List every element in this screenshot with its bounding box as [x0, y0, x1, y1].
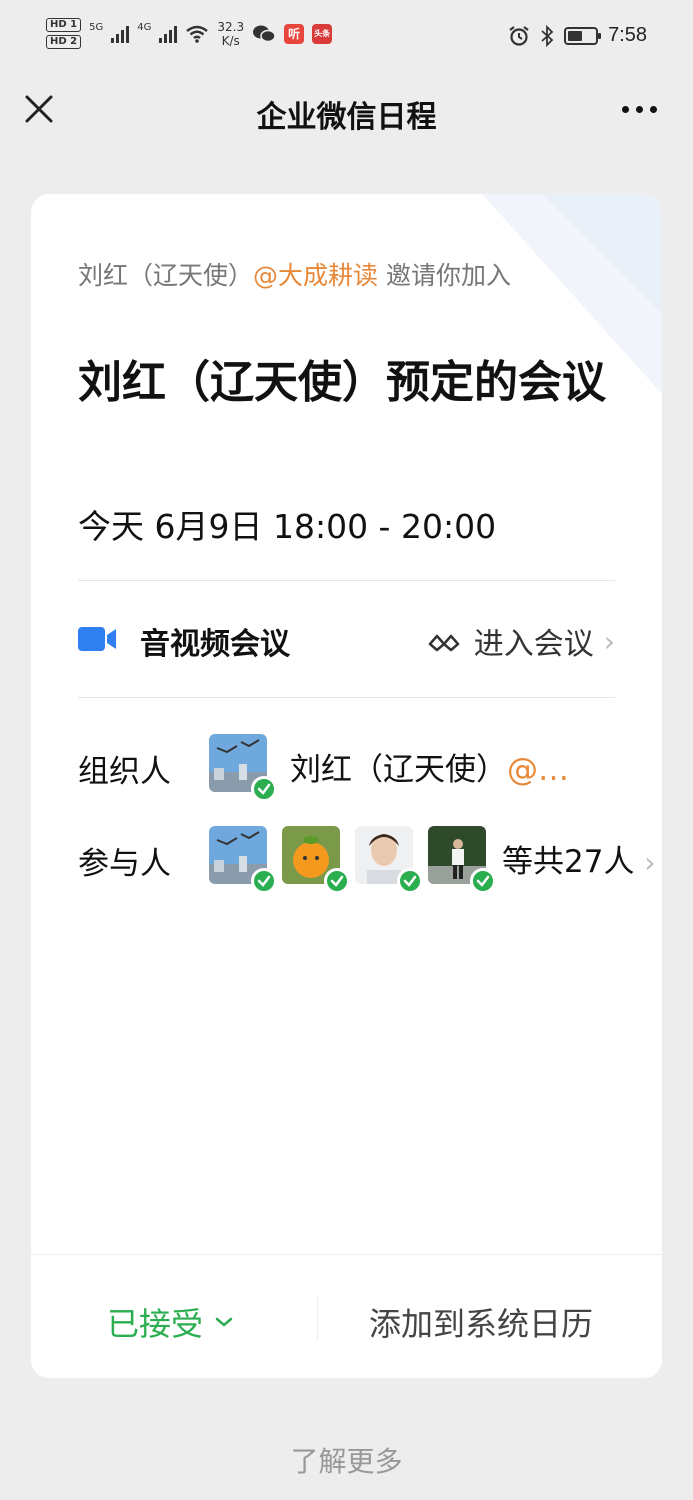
avatar [209, 734, 277, 802]
video-meeting-label: 音视频会议 [140, 627, 290, 662]
more-options-button[interactable] [622, 106, 657, 113]
organizer-row[interactable]: 组织人 刘红（辽天使）@… [78, 734, 662, 802]
add-to-calendar-button[interactable]: 添加到系统日历 [369, 1299, 593, 1345]
card-footer: 已接受 添加到系统日历 [31, 1254, 662, 1378]
avatar [428, 826, 496, 894]
more-dot [622, 106, 629, 113]
organizer-name: 刘红（辽天使）@… [290, 752, 569, 788]
learn-more-link[interactable]: 了解更多 [0, 1440, 693, 1480]
clock: 7:58 [608, 24, 647, 46]
alarm-icon [509, 25, 529, 46]
accepted-check-icon [324, 868, 350, 894]
divider [317, 1295, 318, 1341]
wechat-icon [253, 25, 276, 42]
accepted-check-icon [470, 868, 496, 894]
schedule-card: 刘红（辽天使）@大成耕读 邀请你加入 刘红（辽天使）预定的会议 今天 6月9日 … [31, 194, 662, 1378]
avatar [282, 826, 350, 894]
page-title: 企业微信日程 [256, 100, 437, 135]
chevron-down-icon [215, 1317, 233, 1327]
network-type: 4G [137, 22, 152, 33]
avatar [355, 826, 423, 894]
hd-indicator: HD 1 [46, 18, 82, 32]
status-bar: HD 1 HD 2 5G 4G 32.3 K/s 听 头条 7:58 [0, 0, 693, 78]
meeting-logo-icon [428, 634, 460, 652]
chevron-right-icon: › [644, 846, 656, 879]
avatar [209, 826, 277, 894]
more-dot [650, 106, 657, 113]
invite-text: 刘红（辽天使）@大成耕读 邀请你加入 [78, 261, 511, 290]
chevron-right-icon: › [603, 624, 615, 658]
participants-row[interactable]: 参与人 等共27人 › [78, 826, 662, 894]
divider [78, 580, 615, 581]
organizer-label: 组织人 [78, 754, 171, 790]
participants-label: 参与人 [78, 846, 171, 882]
more-dot [636, 106, 643, 113]
meeting-time: 今天 6月9日 18:00 - 20:00 [78, 507, 497, 546]
participants-total: 等共27人 › [502, 844, 656, 880]
video-camera-icon [78, 627, 116, 651]
network-speed: 32.3 K/s [217, 19, 245, 48]
bluetooth-icon [541, 24, 554, 47]
toutiao-app-icon: 头条 [312, 23, 333, 44]
hd-indicator: HD 2 [46, 35, 82, 49]
video-meeting-row[interactable]: 音视频会议 进入会议 › [78, 609, 615, 669]
divider [78, 697, 615, 698]
accepted-check-icon [397, 868, 423, 894]
signal-icon [159, 25, 178, 43]
accepted-status-button[interactable]: 已接受 [107, 1299, 233, 1345]
battery-icon [564, 26, 602, 45]
meeting-title: 刘红（辽天使）预定的会议 [78, 357, 606, 408]
network-type: 5G [89, 22, 104, 33]
accepted-check-icon [251, 776, 277, 802]
listen-app-icon: 听 [284, 23, 305, 44]
group-mention-link[interactable]: @大成耕读 [253, 261, 378, 290]
wifi-icon [186, 25, 209, 43]
title-bar: 企业微信日程 [0, 78, 693, 142]
enter-meeting-button[interactable]: 进入会议 › [428, 619, 615, 663]
accepted-check-icon [251, 868, 277, 894]
signal-icon [111, 25, 130, 43]
